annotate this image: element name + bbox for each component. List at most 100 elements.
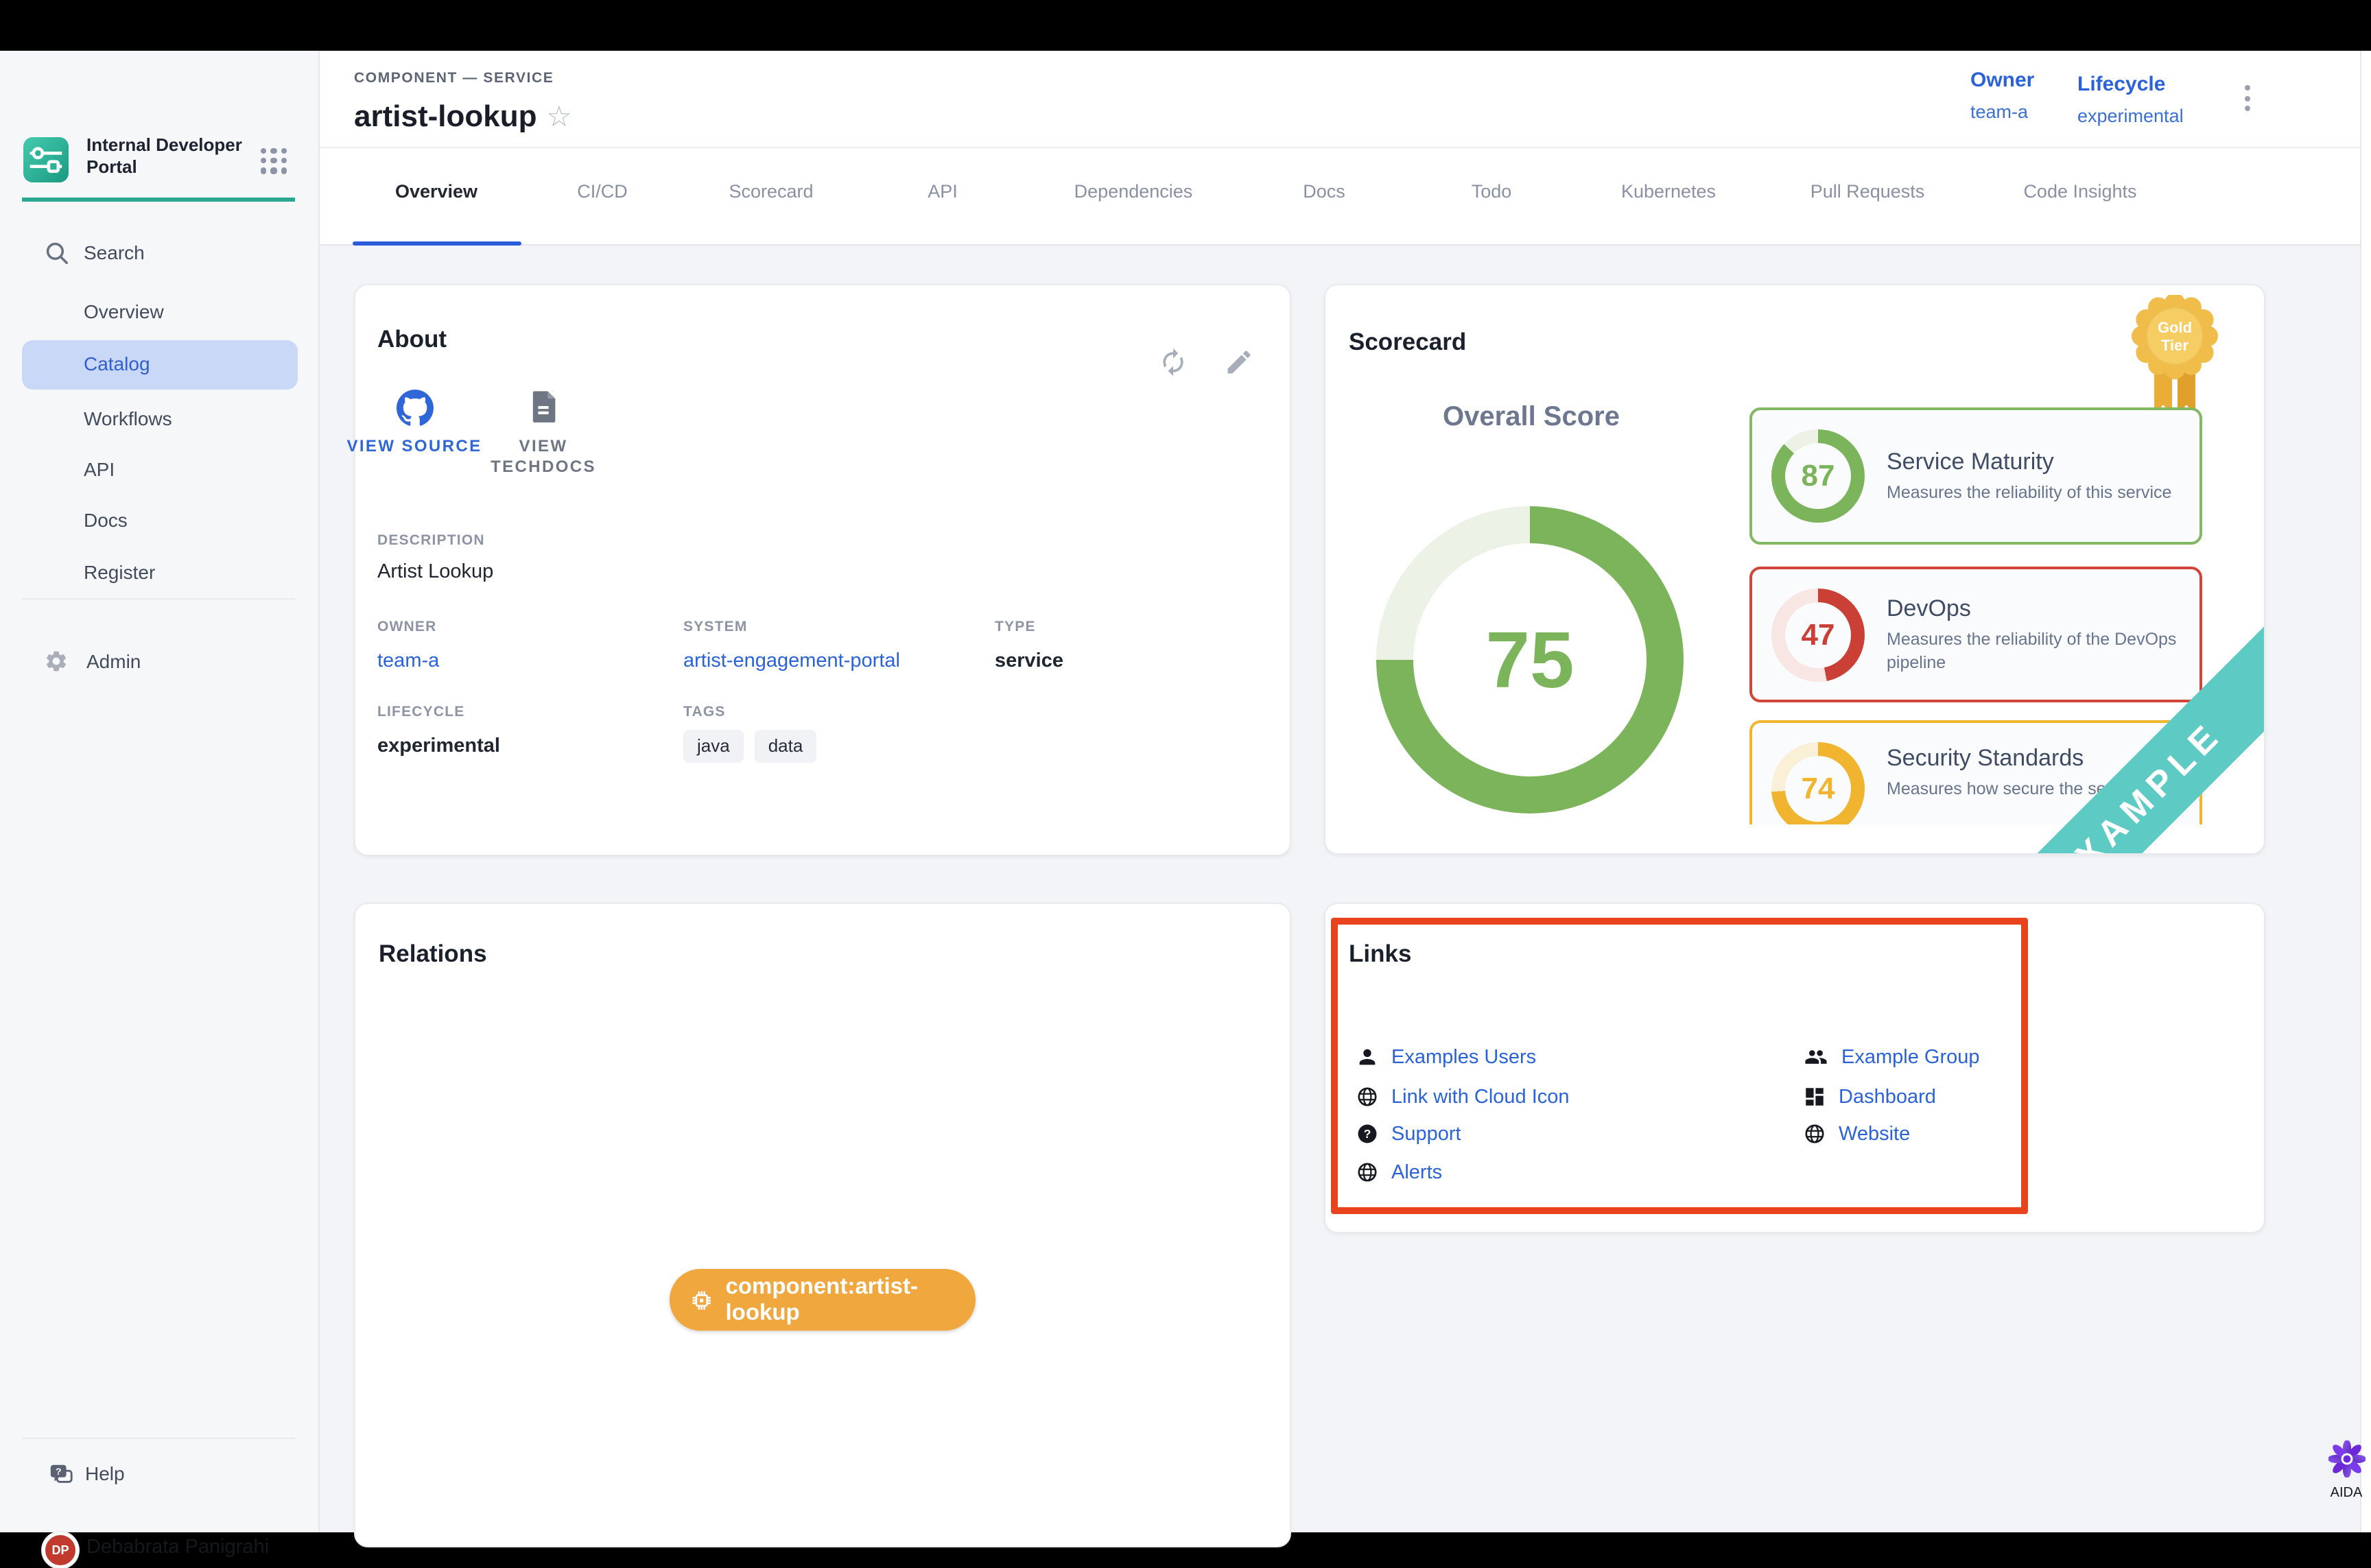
overall-score-label: Overall Score — [1325, 402, 1737, 433]
sidebar-item-catalog[interactable]: Catalog — [22, 340, 298, 390]
gear-icon — [44, 649, 69, 680]
lifecycle-value: experimental — [2077, 106, 2184, 126]
link-example-group[interactable]: Example Group — [1803, 1045, 1980, 1069]
tab-cicd[interactable]: CI/CD — [577, 165, 628, 219]
app-logo-icon — [23, 137, 69, 182]
link-dashboard[interactable]: Dashboard — [1803, 1085, 1936, 1108]
active-tab-underline — [353, 241, 521, 246]
owner-field-value[interactable]: team-a — [377, 650, 439, 672]
link-label: Link with Cloud Icon — [1391, 1086, 1570, 1108]
link-label: Example Group — [1841, 1046, 1980, 1068]
scrollbar-track[interactable] — [2360, 51, 2371, 1532]
about-card: About VIEW SOURCE VIEW TECHDOCS DESCRIPT… — [354, 284, 1291, 856]
globe-icon — [1803, 1122, 1826, 1145]
view-techdocs-button[interactable]: VIEW TECHDOCS — [468, 436, 619, 477]
page-title: artist-lookup — [354, 99, 536, 134]
sidebar: Internal Developer Portal Search Overvie… — [0, 51, 320, 1532]
scorecard-item-desc: Measures how secure the ser — [1887, 778, 2112, 801]
link-alerts[interactable]: Alerts — [1356, 1161, 1442, 1184]
apps-grid-icon[interactable] — [261, 148, 287, 174]
tab-api[interactable]: API — [928, 165, 958, 219]
description-value: Artist Lookup — [377, 561, 493, 583]
lifecycle-label: Lifecycle — [2077, 73, 2165, 96]
link-support[interactable]: ? Support — [1356, 1122, 1461, 1145]
tags-list: java data — [683, 730, 827, 763]
type-field-value: service — [995, 650, 1063, 672]
sidebar-item-workflows[interactable]: Workflows — [84, 405, 290, 432]
relations-node[interactable]: component:artist-lookup — [670, 1269, 976, 1331]
owner-field-label: OWNER — [377, 619, 437, 635]
more-options-icon[interactable] — [2245, 85, 2250, 111]
top-black-bar — [0, 0, 2371, 51]
about-title: About — [377, 325, 447, 354]
link-website[interactable]: Website — [1803, 1122, 1910, 1145]
tab-pull-requests[interactable]: Pull Requests — [1810, 165, 1925, 219]
view-source-button[interactable]: VIEW SOURCE — [339, 436, 490, 457]
link-label: Dashboard — [1839, 1086, 1936, 1108]
sidebar-bottom-divider — [22, 1438, 295, 1439]
description-label: DESCRIPTION — [377, 532, 485, 549]
tag-chip[interactable]: data — [755, 730, 817, 763]
tab-docs[interactable]: Docs — [1303, 165, 1345, 219]
links-title: Links — [1349, 940, 1411, 969]
system-field-value[interactable]: artist-engagement-portal — [683, 650, 900, 672]
sidebar-item-docs[interactable]: Docs — [84, 506, 290, 534]
tab-code-insights[interactable]: Code Insights — [2023, 165, 2136, 219]
service-maturity-gauge: 87 — [1771, 429, 1865, 523]
scorecard-item-name: DevOps — [1887, 595, 2186, 622]
lifecycle-field-value: experimental — [377, 735, 500, 757]
scorecard-item-devops[interactable]: 47 DevOps Measures the reliability of th… — [1749, 567, 2202, 702]
sidebar-item-help[interactable]: Help — [85, 1462, 125, 1484]
gold-tier-badge: Gold Tier — [2131, 295, 2219, 421]
globe-icon — [1356, 1085, 1379, 1108]
scorecard-card: Scorecard Gold Tier Overall Score 75 87 — [1324, 284, 2265, 855]
scorecard-item-desc: Measures the reliability of this service — [1887, 481, 2171, 504]
tab-kubernetes[interactable]: Kubernetes — [1621, 165, 1716, 219]
devops-gauge: 47 — [1771, 588, 1865, 681]
badge-line2: Tier — [2161, 337, 2189, 354]
type-field-label: TYPE — [995, 619, 1036, 635]
edit-pencil-icon[interactable] — [1224, 347, 1254, 384]
group-icon — [1803, 1045, 1829, 1069]
badge-line1: Gold — [2158, 319, 2192, 336]
tab-dependencies[interactable]: Dependencies — [1074, 165, 1193, 219]
link-label: Support — [1391, 1123, 1461, 1145]
link-label: Website — [1839, 1123, 1910, 1145]
sidebar-item-admin[interactable]: Admin — [86, 650, 141, 672]
relations-node-label: component:artist-lookup — [726, 1274, 976, 1326]
sidebar-item-register[interactable]: Register — [84, 558, 290, 586]
aida-label: AIDA — [2313, 1486, 2371, 1501]
help-circle-icon: ? — [1356, 1122, 1379, 1145]
scorecard-item-name: Service Maturity — [1887, 448, 2171, 475]
link-cloud[interactable]: Link with Cloud Icon — [1356, 1085, 1570, 1108]
sidebar-item-overview[interactable]: Overview — [84, 298, 290, 325]
tab-overview[interactable]: Overview — [395, 165, 477, 219]
security-standards-score: 74 — [1771, 742, 1865, 824]
link-examples-users[interactable]: Examples Users — [1356, 1045, 1536, 1069]
relations-title: Relations — [379, 940, 487, 969]
user-name[interactable]: Debabrata Panigrahi — [86, 1536, 269, 1558]
avatar-initials: DP — [51, 1543, 69, 1557]
tags-field-label: TAGS — [683, 704, 726, 720]
refresh-icon[interactable] — [1158, 347, 1188, 384]
avatar[interactable]: DP — [43, 1532, 78, 1568]
sidebar-item-search[interactable]: Search — [84, 239, 290, 266]
tab-scorecard[interactable]: Scorecard — [729, 165, 813, 219]
link-label: Alerts — [1391, 1161, 1442, 1183]
favorite-star-icon[interactable]: ☆ — [546, 100, 572, 134]
sidebar-accent-divider — [22, 198, 295, 202]
sidebar-item-api[interactable]: API — [84, 455, 290, 483]
service-maturity-score: 87 — [1771, 429, 1865, 523]
scorecard-item-service-maturity[interactable]: 87 Service Maturity Measures the reliabi… — [1749, 407, 2202, 545]
overall-score-value: 75 — [1376, 506, 1684, 813]
tag-chip[interactable]: java — [683, 730, 744, 763]
tab-todo[interactable]: Todo — [1472, 165, 1512, 219]
svg-text:?: ? — [1364, 1127, 1371, 1141]
sidebar-item-catalog-label: Catalog — [84, 353, 150, 375]
links-card: Links Examples Users Link with Cloud Ico… — [1324, 903, 2265, 1233]
techdocs-icon — [526, 388, 561, 431]
help-icon: ? — [48, 1461, 74, 1494]
owner-value[interactable]: team-a — [1970, 102, 2028, 122]
svg-text:?: ? — [56, 1466, 62, 1477]
security-standards-gauge: 74 — [1771, 742, 1865, 824]
